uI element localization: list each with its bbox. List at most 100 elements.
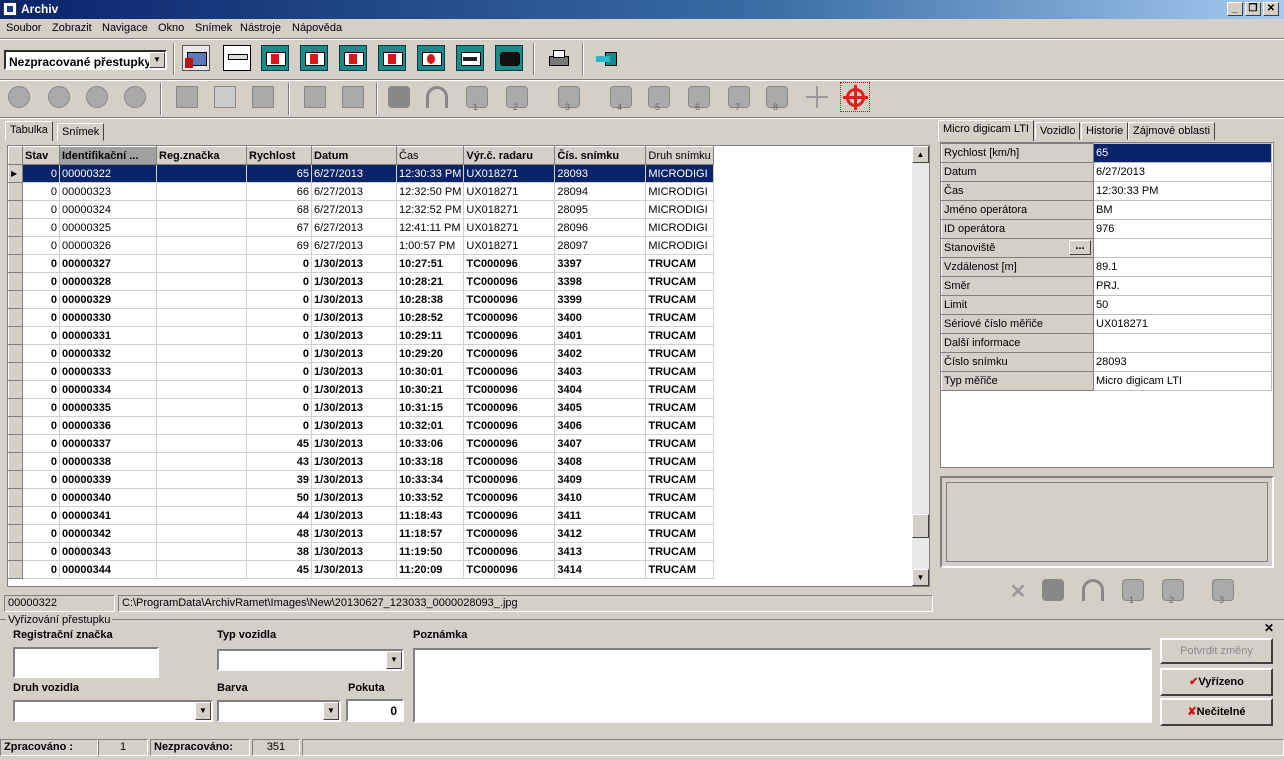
tab-tabulka[interactable]: Tabulka — [5, 121, 53, 141]
filter-2-icon[interactable]: 2 — [1158, 575, 1188, 605]
lock-icon[interactable] — [1038, 575, 1068, 605]
last-record-button[interactable] — [376, 43, 408, 73]
first-record-button[interactable] — [259, 43, 291, 73]
filter-1-icon[interactable]: 1 — [462, 82, 492, 112]
previous-record-button[interactable] — [298, 43, 330, 73]
table-row[interactable]: 0 00000342 48 1/30/2013 11:18:57 TC000096 3412… — [8, 524, 714, 543]
table-row[interactable]: 0 00000337 45 1/30/2013 10:33:06 TC000096 3407… — [8, 434, 714, 453]
row-indicator[interactable] — [8, 470, 23, 489]
zoom-fit-icon[interactable] — [120, 82, 150, 112]
sort-by-date-button[interactable] — [221, 43, 253, 73]
kind-select[interactable]: ▼ — [13, 700, 213, 722]
row-indicator[interactable] — [8, 218, 23, 237]
property-row[interactable]: Limit 50 — [941, 295, 1272, 315]
col-rychlost[interactable]: Rychlost — [246, 146, 312, 165]
property-row[interactable]: Číslo snímku 28093 — [941, 352, 1272, 372]
row-indicator[interactable] — [8, 452, 23, 471]
property-row[interactable]: Datum 6/27/2013 — [941, 162, 1272, 182]
image-icon[interactable] — [172, 82, 202, 112]
table-row[interactable]: 0 00000341 44 1/30/2013 11:18:43 TC000096 3411… — [8, 506, 714, 525]
row-indicator[interactable] — [8, 344, 23, 363]
row-indicator[interactable] — [8, 236, 23, 255]
print-button[interactable] — [542, 43, 574, 73]
row-indicator[interactable] — [8, 182, 23, 201]
tab-vozidlo[interactable]: Vozidlo — [1035, 122, 1081, 140]
menu-nastroje[interactable]: Nástroje — [240, 22, 281, 34]
menu-napoveda[interactable]: Nápověda — [292, 22, 342, 34]
filter-3-icon[interactable]: 3 — [554, 82, 584, 112]
row-indicator[interactable] — [8, 200, 23, 219]
operator-button[interactable] — [180, 43, 212, 73]
note-textarea[interactable] — [413, 648, 1152, 723]
property-row[interactable]: Směr PRJ. — [941, 276, 1272, 296]
property-row[interactable]: Rychlost [km/h] 65 — [941, 143, 1272, 163]
row-indicator[interactable] — [8, 380, 23, 399]
table-row[interactable]: 0 00000332 0 1/30/2013 10:29:20 TC000096 3402 T… — [8, 344, 714, 363]
reg-input[interactable] — [13, 647, 159, 678]
table-row[interactable]: 0 00000328 0 1/30/2013 10:28:21 TC000096 3398 T… — [8, 272, 714, 291]
row-indicator[interactable] — [8, 308, 23, 327]
col-vyr-radaru[interactable]: Výr.č. radaru — [463, 146, 556, 165]
row-indicator[interactable] — [8, 254, 23, 273]
table-row[interactable]: 0 00000326 69 6/27/2013 1:00:57 PM UX018271 28… — [8, 236, 714, 255]
table-row[interactable]: 0 00000333 0 1/30/2013 10:30:01 TC000096 3403 T… — [8, 362, 714, 381]
next-record-button[interactable] — [337, 43, 369, 73]
type-select[interactable]: ▼ — [217, 649, 404, 671]
table-row[interactable]: 0 00000331 0 1/30/2013 10:29:11 TC000096 3401 T… — [8, 326, 714, 345]
undo-icon[interactable] — [1078, 575, 1108, 605]
table-row[interactable]: 0 00000325 67 6/27/2013 12:41:11 PM UX018271 2… — [8, 218, 714, 237]
zoom-out-icon[interactable] — [44, 82, 74, 112]
resolved-button[interactable]: ✔Vyřízeno — [1160, 668, 1273, 696]
row-indicator[interactable] — [8, 326, 23, 345]
scroll-up-icon[interactable]: ▲ — [912, 146, 929, 163]
chevron-down-icon[interactable]: ▼ — [323, 702, 339, 720]
col-stav[interactable]: Stav — [22, 146, 60, 165]
property-row[interactable]: Sériové číslo měřiče UX018271 — [941, 314, 1272, 334]
zoom-reset-icon[interactable] — [82, 82, 112, 112]
chevron-down-icon[interactable]: ▼ — [386, 651, 402, 669]
filter-1-icon[interactable]: 1 — [1118, 575, 1148, 605]
table-row[interactable]: 0 00000335 0 1/30/2013 10:31:15 TC000096 3405 T… — [8, 398, 714, 417]
lock-icon[interactable] — [384, 82, 414, 112]
table-row[interactable]: 0 00000340 50 1/30/2013 10:33:52 TC000096 3410… — [8, 488, 714, 507]
filter-3-icon[interactable]: 3 — [1208, 575, 1238, 605]
chevron-down-icon[interactable]: ▼ — [195, 702, 211, 720]
row-indicator[interactable] — [8, 560, 23, 579]
menu-okno[interactable]: Okno — [158, 22, 184, 34]
exit-button[interactable] — [590, 43, 622, 73]
tab-snimek[interactable]: Snímek — [57, 123, 105, 141]
row-indicator[interactable] — [8, 506, 23, 525]
property-row[interactable]: Další informace — [941, 333, 1272, 353]
row-indicator[interactable] — [8, 542, 23, 561]
crosshair-icon[interactable] — [802, 82, 832, 112]
table-row[interactable]: 0 00000336 0 1/30/2013 10:32:01 TC000096 3406 T… — [8, 416, 714, 435]
row-indicator[interactable] — [8, 272, 23, 291]
row-indicator[interactable] — [8, 434, 23, 453]
table-row[interactable]: 0 00000338 43 1/30/2013 10:33:18 TC000096 3408… — [8, 452, 714, 471]
row-indicator[interactable] — [8, 290, 23, 309]
property-row[interactable]: Typ měřiče Micro digicam LTI — [941, 371, 1272, 391]
table-row[interactable]: 0 00000327 0 1/30/2013 10:27:51 TC000096 3397 T… — [8, 254, 714, 273]
filter-6-icon[interactable]: 6 — [684, 82, 714, 112]
property-row[interactable]: Čas 12:30:33 PM — [941, 181, 1272, 201]
table-row[interactable]: ▶ 0 00000322 65 6/27/2013 12:30:33 PM UX018271… — [8, 164, 714, 183]
zoom-in-icon[interactable] — [4, 82, 34, 112]
property-row[interactable]: Jméno operátora BM — [941, 200, 1272, 220]
table-row[interactable]: 0 00000339 39 1/30/2013 10:33:34 TC000096 3409… — [8, 470, 714, 489]
row-indicator[interactable] — [8, 416, 23, 435]
row-indicator[interactable] — [8, 524, 23, 543]
binoculars-button[interactable] — [493, 43, 525, 73]
menu-soubor[interactable]: Soubor — [6, 22, 41, 34]
table-row[interactable]: 0 00000324 68 6/27/2013 12:32:52 PM UX018271 2… — [8, 200, 714, 219]
filter-8-icon[interactable]: 8 — [762, 82, 792, 112]
tab-zajmove-oblasti[interactable]: Zájmové oblasti — [1128, 122, 1216, 140]
delete-icon[interactable]: ✕ — [1008, 582, 1028, 602]
scroll-thumb[interactable] — [912, 514, 929, 538]
col-reg-znacka[interactable]: Reg.značka — [156, 146, 247, 165]
col-datum[interactable]: Datum — [311, 146, 397, 165]
row-indicator[interactable] — [8, 398, 23, 417]
confirm-changes-button[interactable]: Potvrdit změny — [1160, 638, 1273, 664]
refresh-button[interactable] — [415, 43, 447, 73]
color-select[interactable]: ▼ — [217, 700, 341, 722]
filter-7-icon[interactable]: 7 — [724, 82, 754, 112]
